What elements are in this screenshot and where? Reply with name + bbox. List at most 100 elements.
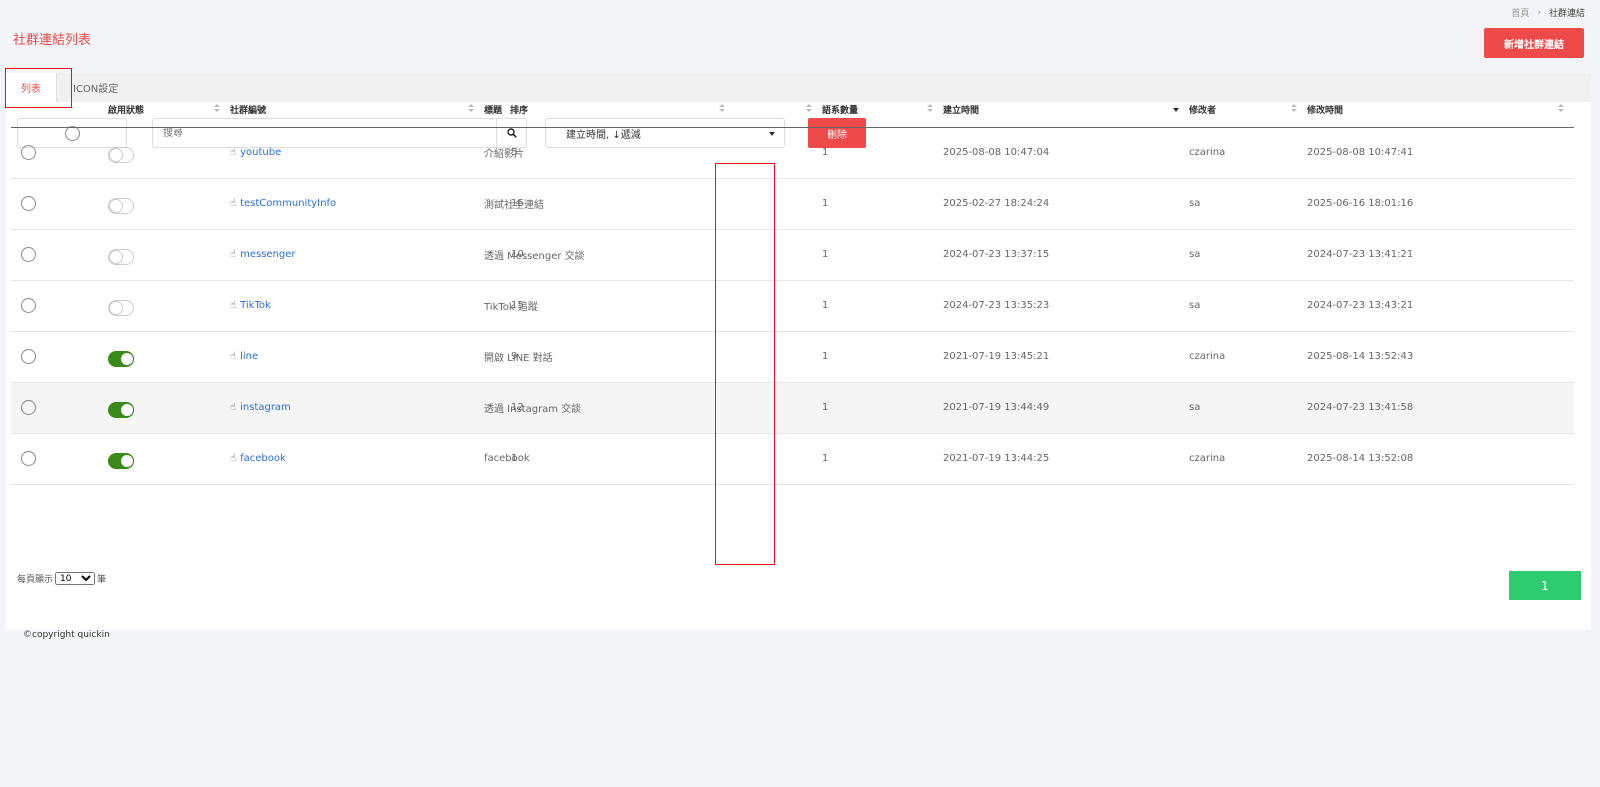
row-radio[interactable] <box>21 298 36 313</box>
table-row[interactable]: ☝ facebook facebook 1 1 2021-07-19 13:44:25 cz… <box>11 433 1574 485</box>
breadcrumb-current: 社群連結 <box>1548 9 1585 19</box>
header-code[interactable]: 社群編號 <box>230 92 484 128</box>
order-value: 9 <box>511 351 518 362</box>
enabled-toggle[interactable] <box>108 452 134 469</box>
order-cell: 10 <box>511 229 822 281</box>
code-text: line <box>240 351 259 362</box>
row-radio[interactable] <box>21 400 36 415</box>
page-size-control: 每頁顯示 10 筆 <box>17 572 106 585</box>
breadcrumb-home[interactable]: 首頁 <box>1511 6 1529 19</box>
sort-icon <box>806 104 812 114</box>
enabled-toggle[interactable] <box>108 401 134 418</box>
code-link[interactable]: ☝ line <box>230 351 258 362</box>
lang-count-cell: 1 <box>822 382 943 434</box>
modified-cell: 2025-06-16 18:01:16 <box>1307 178 1574 230</box>
modified-cell: 2024-07-23 13:43:21 <box>1307 280 1574 332</box>
table-body: ☝ youtube 介紹影片 5 1 2025-08-08 10:47:04 czarina… <box>11 127 1574 485</box>
pagination-page[interactable]: 1 <box>1509 571 1581 600</box>
row-select-cell <box>11 433 108 485</box>
sort-icon <box>214 104 220 114</box>
row-radio[interactable] <box>21 349 36 364</box>
header-modified[interactable]: 修改時間 <box>1307 92 1574 128</box>
enabled-toggle[interactable] <box>108 350 134 367</box>
breadcrumb: 首頁 › 社群連結 <box>1511 6 1585 20</box>
sort-desc-icon <box>1173 104 1179 114</box>
header-modifier[interactable]: 修改者 <box>1189 92 1307 128</box>
header-order[interactable]: 排序 <box>510 92 822 128</box>
code-cell: ☝ testCommunityInfo <box>230 178 484 230</box>
modifier-cell: sa <box>1189 229 1307 281</box>
modifier-cell: czarina <box>1189 127 1307 179</box>
row-select-cell <box>11 178 108 230</box>
modified-cell: 2025-08-14 13:52:08 <box>1307 433 1574 485</box>
title-cell: 介紹影片 <box>484 127 735 179</box>
row-radio[interactable] <box>21 247 36 262</box>
social-links-table: 啟用狀態 社群編號 標題 排序 語系數量 建立時間 修改者 修改時間 ☝ yout… <box>11 92 1574 485</box>
sort-icon <box>1291 104 1297 114</box>
code-link[interactable]: ☝ TikTok <box>230 300 271 311</box>
page-size-select[interactable]: 10 <box>55 572 96 585</box>
code-cell: ☝ line <box>230 331 484 383</box>
header-label: 修改時間 <box>1307 105 1344 116</box>
modified-cell: 2024-07-23 13:41:58 <box>1307 382 1574 434</box>
row-select-cell <box>11 382 108 434</box>
enabled-toggle[interactable] <box>108 248 134 265</box>
code-link[interactable]: ☝ testCommunityInfo <box>230 198 336 209</box>
header-lang-count[interactable]: 語系數量 <box>822 92 943 128</box>
row-radio[interactable] <box>21 196 36 211</box>
table-row[interactable]: ☝ instagram 透過 Instagram 交談 12 1 2021-07-19 1… <box>11 382 1574 434</box>
title-cell: 開啟 LINE 對話 <box>484 331 735 383</box>
enabled-toggle[interactable] <box>108 146 134 163</box>
code-cell: ☝ messenger <box>230 229 484 281</box>
hand-pointer-icon: ☝ <box>230 198 237 209</box>
code-link[interactable]: ☝ messenger <box>230 249 296 260</box>
header-enabled[interactable]: 啟用狀態 <box>108 92 230 128</box>
row-radio[interactable] <box>21 451 36 466</box>
enabled-cell <box>108 382 230 434</box>
modifier-cell: czarina <box>1189 433 1307 485</box>
code-cell: ☝ TikTok <box>230 280 484 332</box>
enabled-cell <box>108 127 230 179</box>
table-row[interactable]: ☝ youtube 介紹影片 5 1 2025-08-08 10:47:04 czarina… <box>11 127 1574 179</box>
toggle-knob <box>120 351 134 366</box>
title-cell: facebook <box>484 433 735 485</box>
hand-pointer-icon: ☝ <box>230 300 237 311</box>
created-cell: 2024-07-23 13:37:15 <box>943 229 1189 281</box>
toggle-knob <box>120 453 134 468</box>
header-created[interactable]: 建立時間 <box>943 92 1189 128</box>
table-row[interactable]: ☝ messenger 透過 Messenger 交談 10 1 2024-07-23 1… <box>11 229 1574 281</box>
code-link[interactable]: ☝ youtube <box>230 147 281 158</box>
add-social-link-button[interactable]: 新增社群連結 <box>1484 28 1584 58</box>
table-row[interactable]: ☝ testCommunityInfo 測試社全連結 16 1 2025-02-27 18… <box>11 178 1574 230</box>
row-select-cell <box>11 229 108 281</box>
code-link[interactable]: ☝ facebook <box>230 453 286 464</box>
enabled-toggle[interactable] <box>108 197 134 214</box>
code-text: instagram <box>240 402 291 413</box>
modified-cell: 2025-08-14 13:52:43 <box>1307 331 1574 383</box>
lang-count-cell: 1 <box>822 331 943 383</box>
page-size-suffix: 筆 <box>97 575 107 585</box>
toggle-knob <box>109 249 123 264</box>
order-cell: 9 <box>511 331 822 383</box>
modifier-cell: czarina <box>1189 331 1307 383</box>
row-select-cell <box>11 127 108 179</box>
code-text: TikTok <box>240 300 271 311</box>
row-radio[interactable] <box>21 145 36 160</box>
order-cell: 1 <box>511 433 822 485</box>
enabled-cell <box>108 433 230 485</box>
lang-count-cell: 1 <box>822 280 943 332</box>
table-header: 啟用狀態 社群編號 標題 排序 語系數量 建立時間 修改者 修改時間 <box>11 92 1574 128</box>
created-cell: 2024-07-23 13:35:23 <box>943 280 1189 332</box>
page-title: 社群連結列表 <box>13 33 92 48</box>
table-row[interactable]: ☝ line 開啟 LINE 對話 9 1 2021-07-19 13:45:21 czar… <box>11 331 1574 383</box>
table-row[interactable]: ☝ TikTok TikTok 追蹤 15 1 2024-07-23 13:35:23 sa… <box>11 280 1574 332</box>
code-text: facebook <box>240 453 286 464</box>
order-value: 16 <box>511 198 524 209</box>
enabled-toggle[interactable] <box>108 299 134 316</box>
order-value: 10 <box>511 249 524 260</box>
chevron-right-icon: › <box>1537 7 1541 18</box>
toggle-knob <box>109 300 123 315</box>
code-link[interactable]: ☝ instagram <box>230 402 291 413</box>
order-cell: 12 <box>511 382 822 434</box>
created-cell: 2021-07-19 13:44:49 <box>943 382 1189 434</box>
